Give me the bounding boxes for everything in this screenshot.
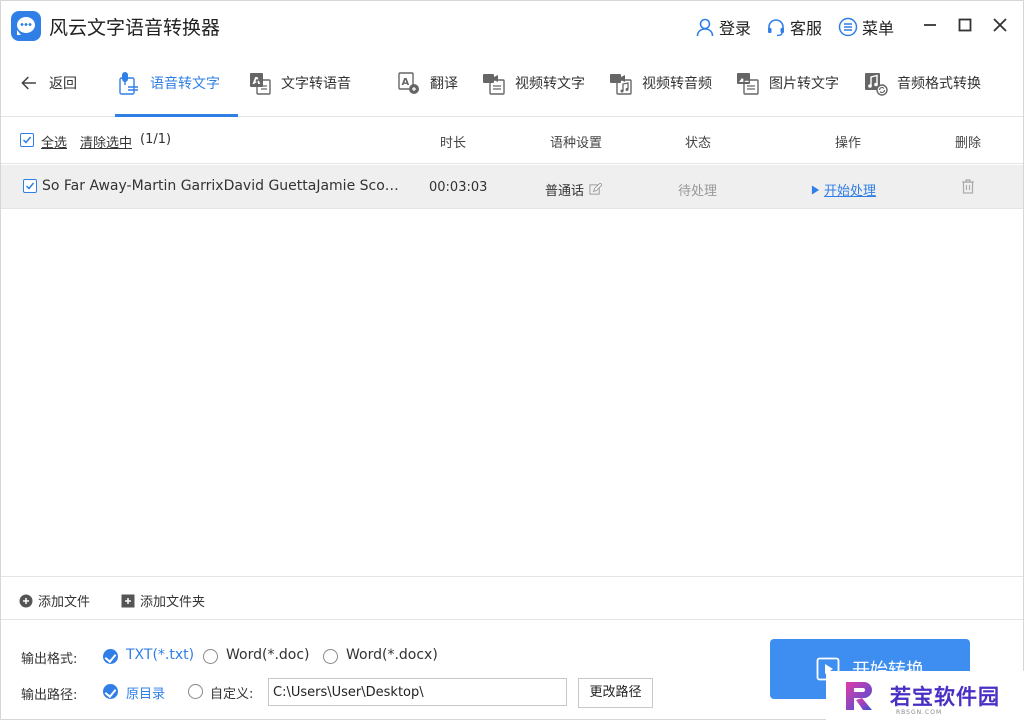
tab-text-to-speech[interactable]: A 文字转语音 bbox=[247, 67, 351, 99]
edit-icon bbox=[589, 183, 603, 195]
file-name: So Far Away-Martin GarrixDavid GuettaJam… bbox=[42, 178, 402, 194]
login-label: 登录 bbox=[719, 19, 752, 38]
back-button[interactable]: 返回 bbox=[19, 67, 77, 99]
video-doc-icon bbox=[483, 74, 505, 95]
watermark-text: 若宝软件园 bbox=[890, 685, 1000, 709]
add-file-label: 添加文件 bbox=[38, 595, 91, 610]
add-folder-button[interactable]: 添加文件夹 bbox=[121, 591, 205, 610]
service-button[interactable]: 客服 bbox=[766, 15, 822, 39]
tab-label: 文字转语音 bbox=[281, 76, 351, 92]
minimize-icon[interactable] bbox=[918, 13, 942, 37]
tab-label: 图片转文字 bbox=[769, 76, 839, 92]
column-header-delete: 删除 bbox=[955, 136, 982, 151]
menu-button[interactable]: 菜单 bbox=[838, 15, 894, 39]
translate-icon: A bbox=[398, 72, 419, 94]
watermark-logo-icon bbox=[846, 682, 872, 710]
tab-label: 语音转文字 bbox=[150, 76, 220, 92]
column-header-language: 语种设置 bbox=[550, 136, 603, 151]
tab-video-to-text[interactable]: 视频转文字 bbox=[481, 67, 585, 99]
format-txt-label[interactable]: TXT(*.txt) bbox=[126, 647, 194, 663]
column-header-status: 状态 bbox=[685, 136, 712, 151]
image-doc-icon bbox=[737, 73, 759, 95]
microphone-doc-icon bbox=[119, 72, 138, 95]
app-window: 风云文字语音转换器 登录 客服 菜单 返回 语音转文字 A 文字转语音 A 翻译… bbox=[0, 0, 1024, 720]
table-row[interactable]: So Far Away-Martin GarrixDavid GuettaJam… bbox=[1, 165, 1023, 209]
title-bar: 风云文字语音转换器 登录 客服 菜单 bbox=[1, 1, 1023, 51]
start-process-link[interactable]: 开始处理 bbox=[811, 180, 876, 199]
arrow-left-icon bbox=[21, 76, 36, 90]
selection-count: (1/1) bbox=[140, 132, 172, 147]
maximize-icon[interactable] bbox=[953, 13, 977, 37]
path-custom-label[interactable]: 自定义: bbox=[210, 683, 253, 702]
list-header: 全选 清除选中 (1/1) 时长 语种设置 状态 操作 删除 bbox=[1, 118, 1023, 164]
tab-translate[interactable]: A 翻译 bbox=[396, 67, 458, 99]
output-path-label: 输出路径: bbox=[21, 688, 78, 703]
select-all-link[interactable]: 全选 bbox=[41, 132, 67, 151]
menu-icon bbox=[838, 17, 858, 37]
user-icon bbox=[696, 18, 714, 37]
app-title: 风云文字语音转换器 bbox=[49, 17, 221, 39]
tab-label: 翻译 bbox=[430, 76, 458, 92]
music-convert-icon bbox=[865, 73, 888, 96]
tab-video-to-audio[interactable]: 视频转音频 bbox=[608, 67, 712, 99]
row-checkbox[interactable] bbox=[23, 179, 37, 193]
column-header-action: 操作 bbox=[835, 136, 862, 151]
path-custom-radio[interactable] bbox=[188, 684, 203, 699]
tab-label: 视频转音频 bbox=[642, 76, 712, 92]
check-icon bbox=[25, 182, 35, 190]
close-icon[interactable] bbox=[988, 13, 1012, 37]
plus-circle-icon bbox=[19, 594, 33, 607]
change-path-button[interactable]: 更改路径 bbox=[578, 678, 653, 708]
path-original-label[interactable]: 原目录 bbox=[126, 683, 165, 702]
menu-label: 菜单 bbox=[862, 19, 895, 38]
check-icon bbox=[22, 136, 32, 144]
format-txt-radio[interactable] bbox=[103, 649, 118, 664]
service-label: 客服 bbox=[790, 19, 823, 38]
watermark: 若宝软件园 RBSGN.COM bbox=[826, 671, 1024, 720]
add-file-bar: 添加文件 添加文件夹 bbox=[1, 576, 1023, 620]
format-doc-label[interactable]: Word(*.doc) bbox=[226, 647, 310, 663]
text-doc-icon: A bbox=[250, 73, 271, 95]
video-music-icon bbox=[610, 74, 632, 95]
watermark-sub: RBSGN.COM bbox=[896, 709, 943, 716]
svg-text:A: A bbox=[402, 77, 410, 88]
tab-label: 视频转文字 bbox=[515, 76, 585, 92]
output-path-input[interactable] bbox=[268, 678, 567, 706]
active-tab-indicator bbox=[115, 114, 238, 117]
play-triangle-icon bbox=[811, 185, 820, 194]
file-status: 待处理 bbox=[678, 184, 718, 199]
trash-icon[interactable] bbox=[960, 178, 976, 195]
headset-icon bbox=[768, 19, 784, 37]
format-doc-radio[interactable] bbox=[203, 649, 218, 664]
start-process-label: 开始处理 bbox=[824, 184, 877, 199]
language-value: 普通话 bbox=[545, 184, 585, 199]
clear-selection-link[interactable]: 清除选中 bbox=[80, 132, 132, 151]
column-header-duration: 时长 bbox=[440, 136, 467, 151]
login-button[interactable]: 登录 bbox=[695, 15, 751, 39]
file-duration: 00:03:03 bbox=[429, 180, 488, 195]
path-original-radio[interactable] bbox=[103, 684, 118, 699]
tab-audio-format-convert[interactable]: 音频格式转换 bbox=[863, 67, 981, 99]
add-file-button[interactable]: 添加文件 bbox=[19, 591, 90, 610]
format-docx-radio[interactable] bbox=[323, 649, 338, 664]
output-format-label: 输出格式: bbox=[21, 652, 78, 667]
language-setting[interactable]: 普通话 bbox=[545, 180, 603, 199]
add-folder-label: 添加文件夹 bbox=[140, 595, 206, 610]
app-logo-icon bbox=[11, 11, 41, 41]
function-tab-bar: 返回 语音转文字 A 文字转语音 A 翻译 视频转文字 视频转音频 图片转文字 bbox=[1, 51, 1023, 117]
tab-speech-to-text[interactable]: 语音转文字 bbox=[116, 67, 220, 99]
tab-image-to-text[interactable]: 图片转文字 bbox=[735, 67, 839, 99]
format-docx-label[interactable]: Word(*.docx) bbox=[346, 647, 438, 663]
tab-label: 音频格式转换 bbox=[897, 76, 981, 92]
select-all-checkbox[interactable] bbox=[20, 133, 34, 147]
back-label: 返回 bbox=[49, 76, 77, 92]
plus-square-icon bbox=[121, 594, 135, 607]
